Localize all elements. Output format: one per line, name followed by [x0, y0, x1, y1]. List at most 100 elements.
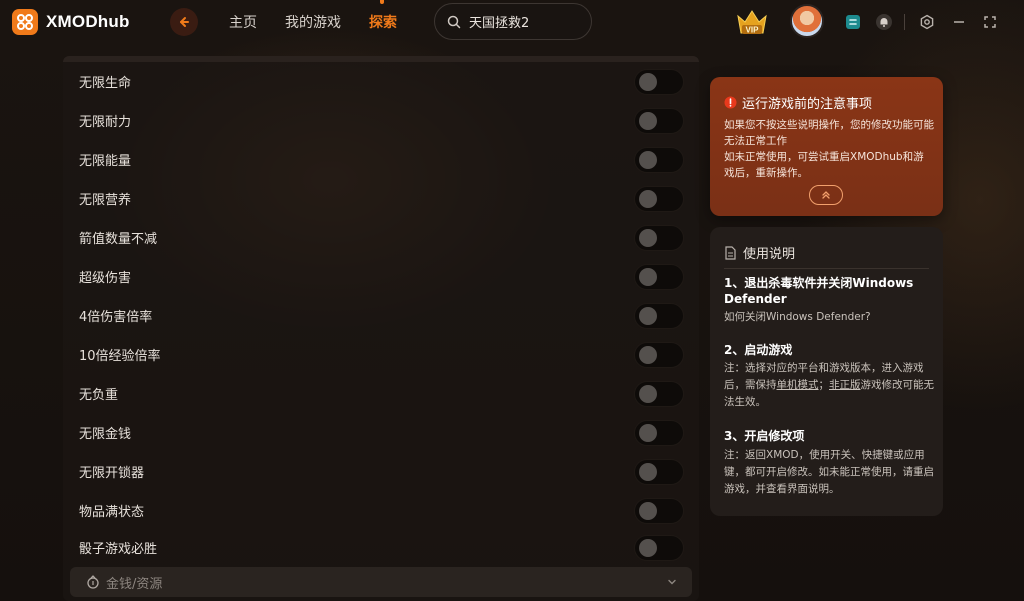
cheat-row: 物品满状态: [63, 491, 699, 530]
step-2-title: 2、启动游戏: [724, 343, 793, 357]
cheat-label: 无限开锁器: [79, 466, 145, 481]
toggle-knob: [639, 189, 657, 208]
cheat-toggle[interactable]: [634, 224, 684, 251]
nav-my-games[interactable]: 我的游戏: [285, 12, 341, 32]
toggle-knob: [639, 150, 657, 169]
cheat-toggle[interactable]: [634, 534, 684, 561]
cheat-label: 箭值数量不减: [79, 232, 158, 247]
cheat-label: 无限生命: [79, 76, 132, 91]
toggle-knob: [639, 462, 657, 481]
cheat-toggle[interactable]: [634, 185, 684, 212]
instructions-card: 使用说明 1、退出杀毒软件并关闭Windows Defender 如何关闭Win…: [710, 227, 943, 516]
toggle-knob: [639, 538, 657, 557]
cheat-row: 骰子游戏必胜: [63, 528, 699, 567]
cheat-toggle[interactable]: [634, 68, 684, 95]
cheat-row: 超级伤害: [63, 257, 699, 296]
nav-home[interactable]: 主页: [229, 12, 257, 32]
cheat-label: 10倍经验倍率: [79, 349, 161, 364]
toggle-knob: [639, 384, 657, 403]
cheat-label: 无限营养: [79, 193, 132, 208]
avatar[interactable]: [790, 4, 824, 38]
toggle-knob: [639, 267, 657, 286]
document-icon: [725, 245, 736, 260]
coin-icon: [87, 575, 99, 589]
cheat-toggle[interactable]: [634, 380, 684, 407]
vip-badge-icon[interactable]: VIP: [735, 8, 769, 38]
cheat-row: 无限耐力: [63, 101, 699, 140]
vip-label: VIP: [746, 26, 760, 35]
minimize-icon[interactable]: [949, 12, 969, 32]
cheat-toggle[interactable]: [634, 263, 684, 290]
cheat-row: 无限金钱: [63, 413, 699, 452]
cheat-toggle[interactable]: [634, 107, 684, 134]
precautions-line-2: 如未正常使用，可尝试重启XMODhub和游戏后，重新操作。: [724, 151, 924, 179]
cheat-row: 4倍伤害倍率: [63, 296, 699, 335]
cheat-toggle[interactable]: [634, 146, 684, 173]
settings-icon[interactable]: [917, 12, 937, 32]
cheat-row: 10倍经验倍率: [63, 335, 699, 374]
category-label: 金钱/资源: [106, 576, 163, 592]
cheat-toggle[interactable]: [634, 302, 684, 329]
cheat-row: 无限生命: [63, 62, 699, 101]
toggle-knob: [639, 345, 657, 364]
cheat-label: 超级伤害: [79, 271, 132, 286]
step-3-title: 3、开启修改项: [724, 429, 805, 443]
cheat-label: 4倍伤害倍率: [79, 310, 153, 325]
arrow-left-icon: [180, 17, 189, 27]
cheat-row: 无负重: [63, 374, 699, 413]
cheat-toggle[interactable]: [634, 419, 684, 446]
category-accordion-money-resources[interactable]: 金钱/资源: [70, 567, 692, 597]
cheat-toggle[interactable]: [634, 497, 684, 524]
non-genuine-link[interactable]: 非正版: [829, 379, 861, 391]
search-box[interactable]: [434, 3, 592, 40]
nav-explore[interactable]: 探索: [369, 0, 397, 32]
cheat-label: 物品满状态: [79, 505, 145, 520]
step-1-note-link[interactable]: 如何关闭Windows Defender?: [724, 309, 934, 326]
chevron-up-icon: [822, 191, 830, 199]
cheat-row: 无限开锁器: [63, 452, 699, 491]
instructions-title: 使用说明: [743, 247, 796, 262]
toggle-knob: [639, 228, 657, 247]
collapse-button[interactable]: [809, 185, 843, 205]
step-1-title: 1、退出杀毒软件并关闭Windows Defender: [724, 276, 914, 306]
cheat-toggle[interactable]: [634, 458, 684, 485]
cheat-label: 骰子游戏必胜: [79, 542, 158, 557]
cheat-label: 无负重: [79, 388, 119, 403]
cheat-label: 无限金钱: [79, 427, 132, 442]
toggle-knob: [639, 306, 657, 325]
back-button[interactable]: [170, 8, 198, 36]
step-2-note: 注：选择对应的平台和游戏版本，进入游戏后，需保持单机模式；非正版游戏修改可能无法…: [724, 360, 934, 411]
precautions-body: 如果您不按这些说明操作，您的修改功能可能无法正常工作 如未正常使用，可尝试重启X…: [724, 117, 934, 181]
search-input[interactable]: [469, 14, 579, 29]
cheat-list-panel: 无限生命 无限耐力 无限能量 无限营养 箭值数量不减 超级伤害 4倍伤害倍率 1…: [63, 56, 699, 601]
cheat-row: 无限能量: [63, 140, 699, 179]
cheat-label: 无限能量: [79, 154, 132, 169]
step-2-note-sep: ；: [818, 379, 830, 391]
cheat-row: 箭值数量不减: [63, 218, 699, 257]
precautions-title: 运行游戏前的注意事项: [742, 97, 873, 112]
mod-cube-icon[interactable]: [843, 12, 863, 32]
app-logo[interactable]: XMODhub: [12, 9, 130, 35]
main-nav: 主页 我的游戏 探索: [229, 0, 425, 32]
chevron-down-icon: [668, 579, 676, 585]
toggle-knob: [639, 423, 657, 442]
toggle-knob: [639, 501, 657, 520]
precautions-card: 运行游戏前的注意事项 如果您不按这些说明操作，您的修改功能可能无法正常工作 如未…: [710, 77, 943, 216]
toggle-knob: [639, 111, 657, 130]
notification-icon[interactable]: [874, 12, 894, 32]
toggle-knob: [639, 72, 657, 91]
topbar-divider: [904, 14, 905, 30]
xmod-logo-icon: [12, 9, 38, 35]
app-name: XMODhub: [46, 12, 130, 31]
title-bar: XMODhub 主页 我的游戏 探索 VIP: [0, 0, 1024, 44]
cheat-row: 无限营养: [63, 179, 699, 218]
divider: [724, 268, 929, 269]
warning-icon: [724, 96, 737, 109]
precautions-line-1: 如果您不按这些说明操作，您的修改功能可能无法正常工作: [724, 119, 934, 147]
step-3-note: 注：返回XMOD，使用开关、快捷键或应用键，都可开启修改。如未能正常使用，请重启…: [724, 449, 934, 495]
cheat-toggle[interactable]: [634, 341, 684, 368]
fullscreen-icon[interactable]: [980, 12, 1000, 32]
search-icon: [447, 15, 461, 28]
cheat-label: 无限耐力: [79, 115, 132, 130]
offline-mode-link[interactable]: 单机模式: [777, 379, 819, 391]
